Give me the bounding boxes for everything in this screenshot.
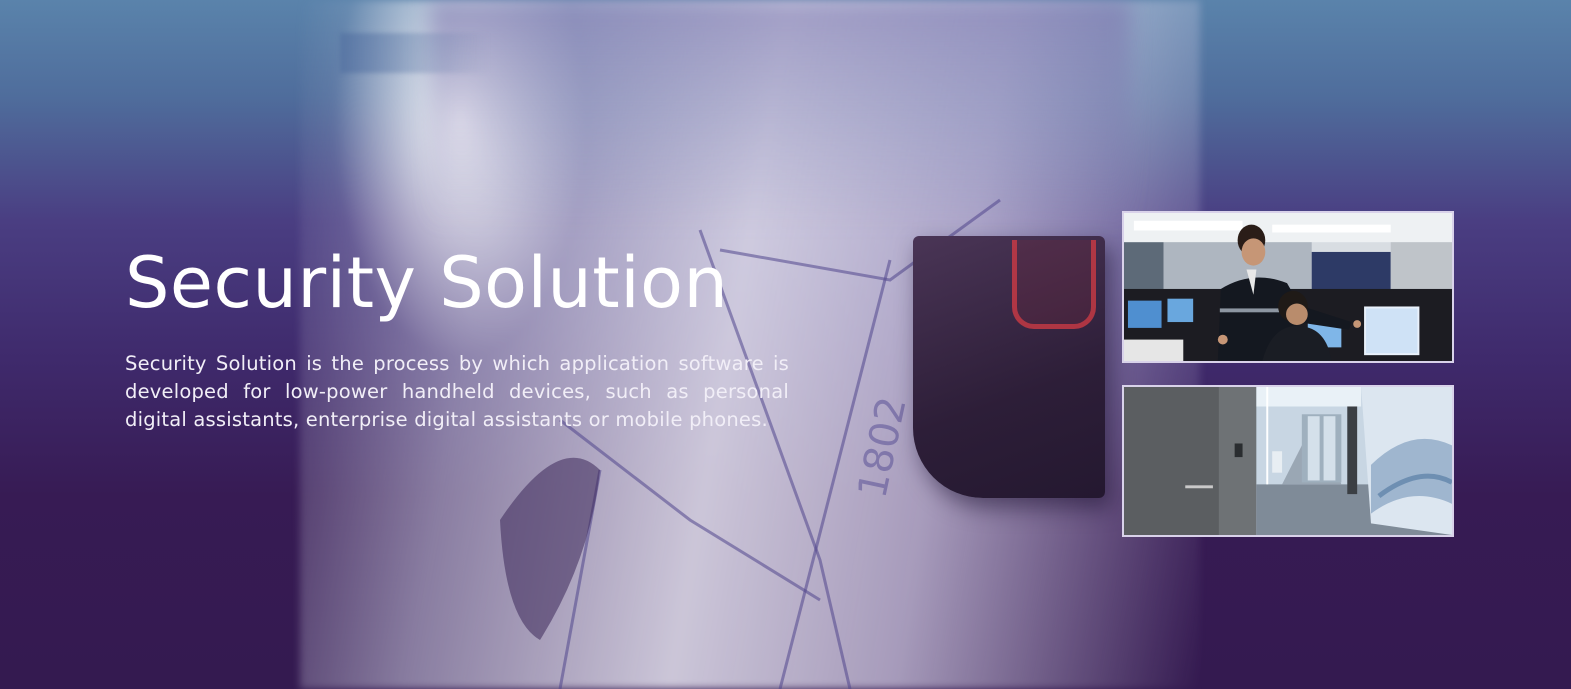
hero-banner: 1802 Security Solution Security Solution… <box>0 0 1571 689</box>
corridor-image <box>1124 387 1452 535</box>
card-reader-indicator <box>1012 240 1096 329</box>
corridor-thumbnail <box>1122 385 1454 537</box>
control-room-thumbnail <box>1122 211 1454 363</box>
svg-text:1802: 1802 <box>850 393 916 502</box>
page-title: Security Solution <box>125 242 729 324</box>
hero-description: Security Solution is the process by whic… <box>125 352 789 431</box>
control-room-image <box>1124 213 1452 361</box>
